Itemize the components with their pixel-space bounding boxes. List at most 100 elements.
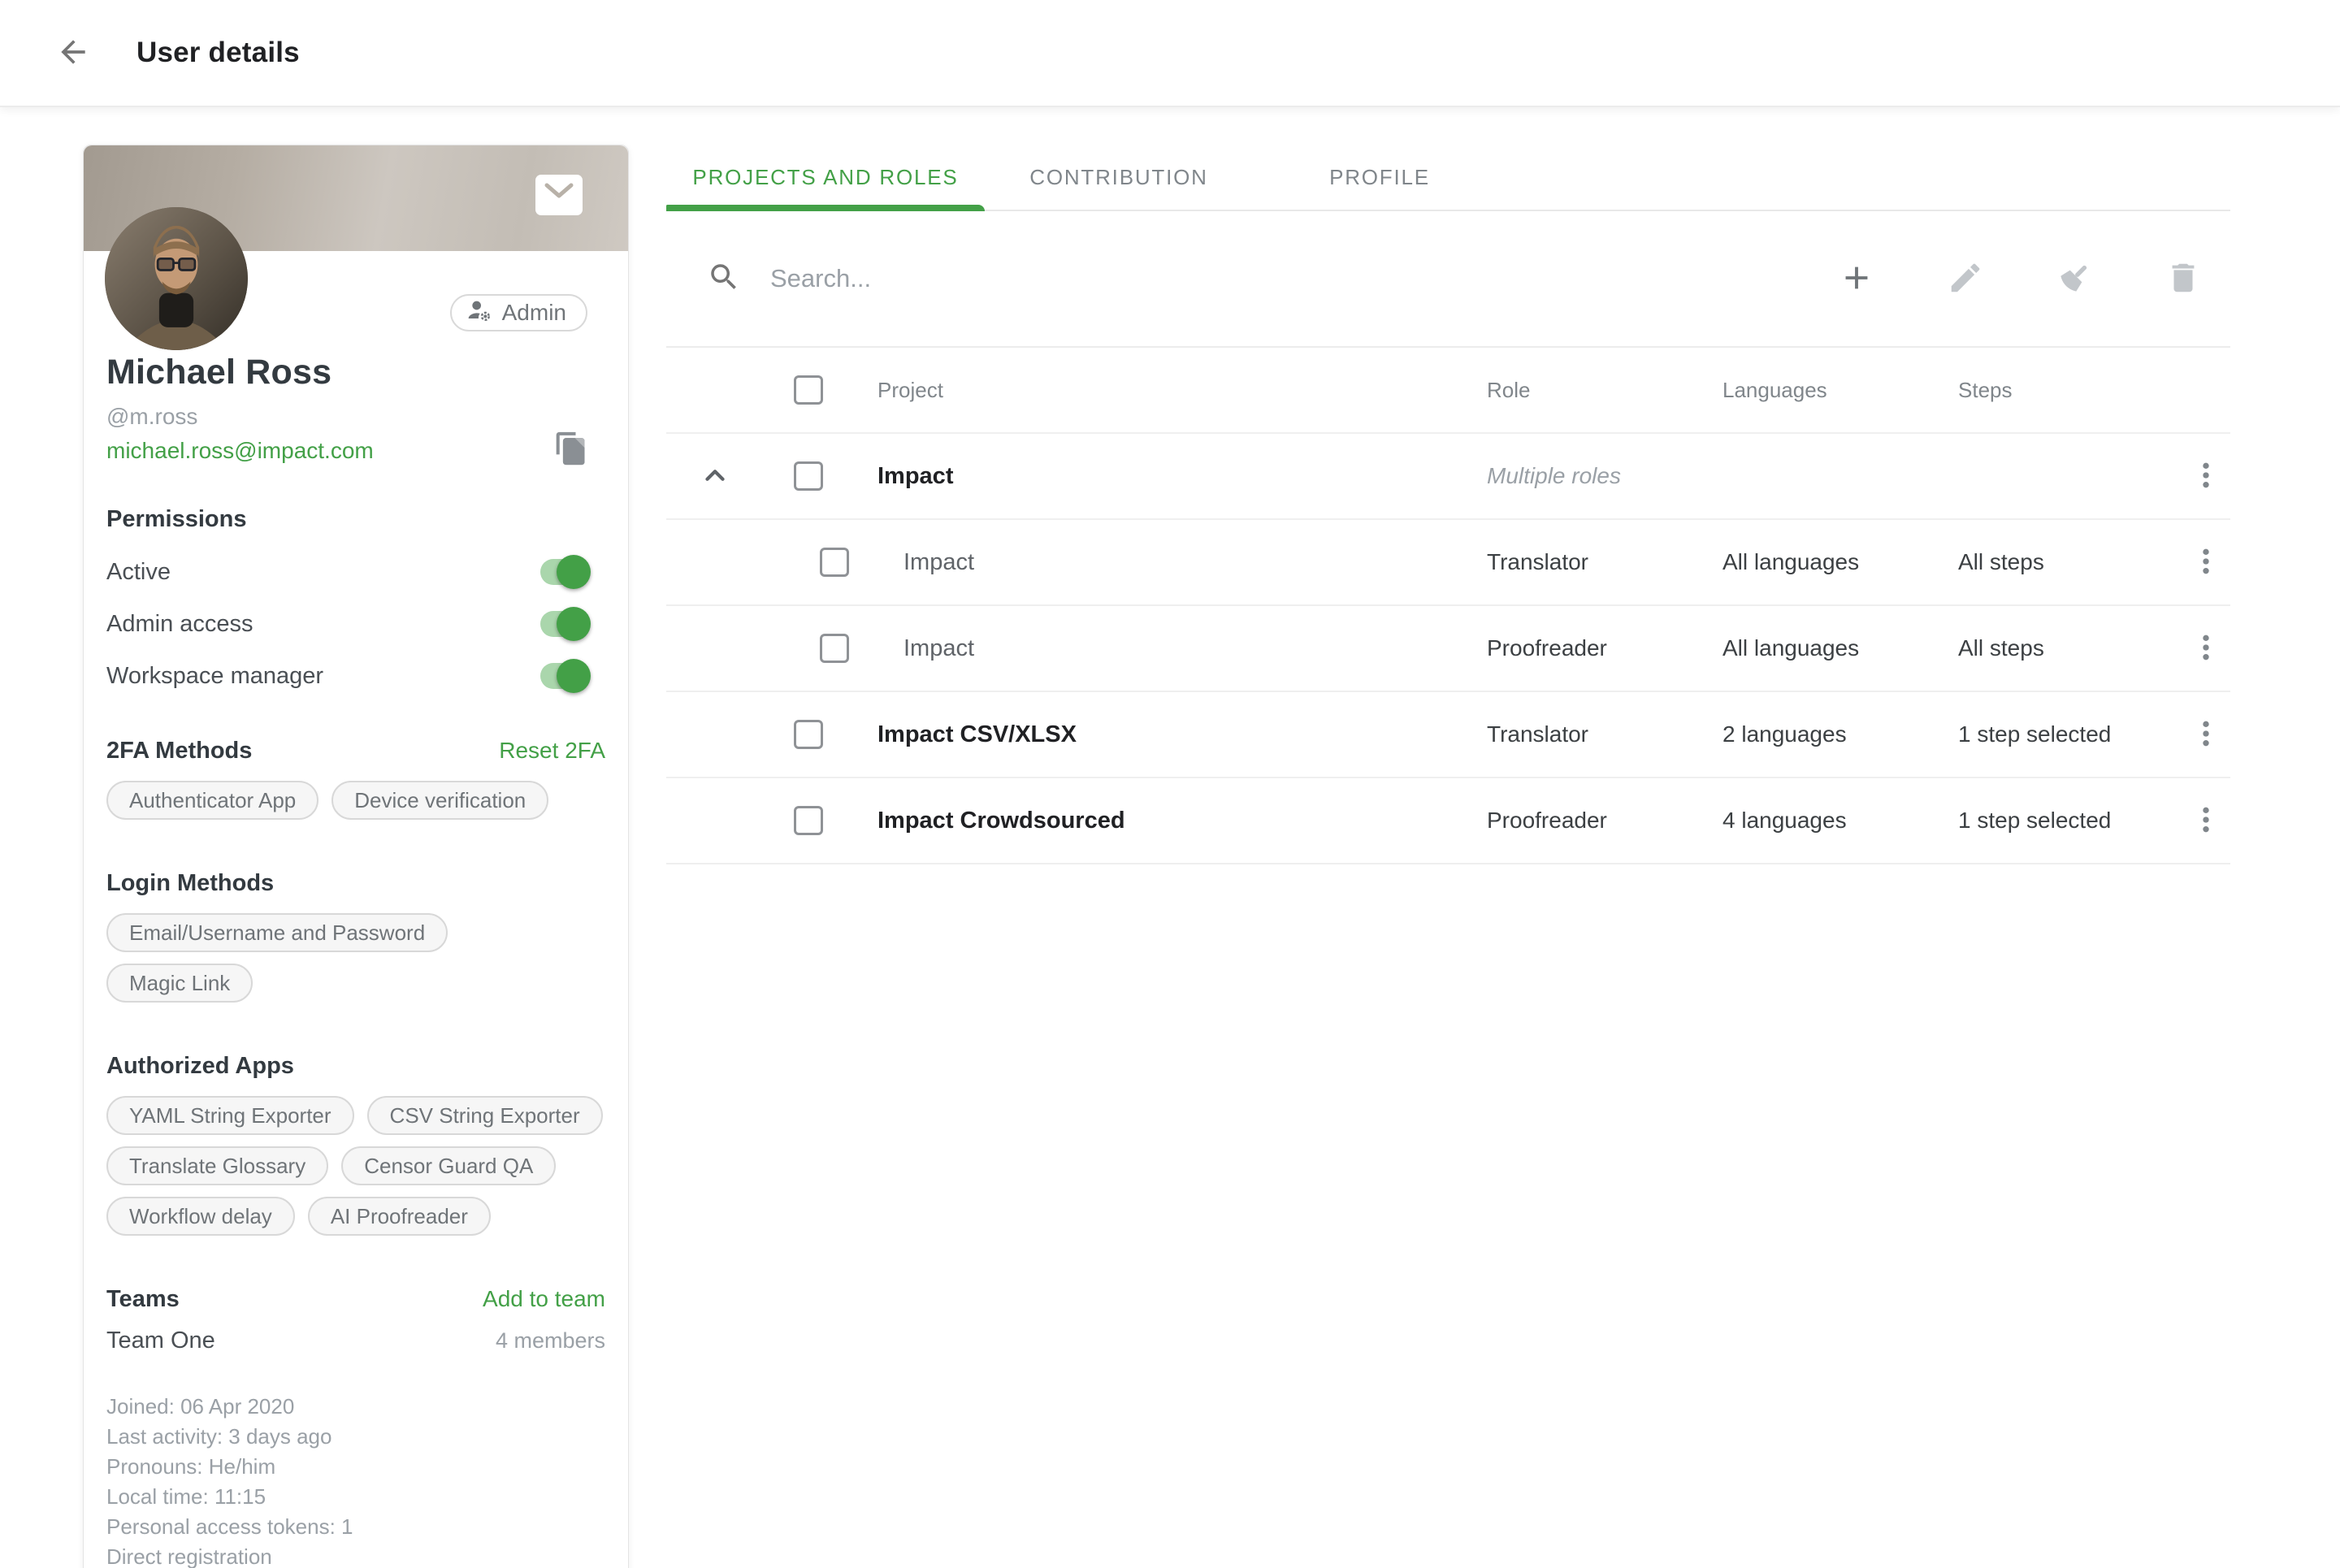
search-input[interactable]: [770, 264, 1801, 293]
toggle-active[interactable]: [540, 559, 587, 585]
authorized-app-chip: YAML String Exporter: [106, 1096, 354, 1135]
table-row: Impact CSV/XLSXTranslator2 languages1 st…: [666, 692, 2230, 778]
toggle-knob: [557, 659, 591, 693]
user-meta-line: Local time: 11:15: [106, 1482, 605, 1512]
kebab-icon: [2190, 459, 2222, 494]
authorized-app-chip: Censor Guard QA: [341, 1146, 556, 1185]
user-meta-block: Joined: 06 Apr 2020Last activity: 3 days…: [84, 1392, 628, 1568]
mail-icon: [542, 180, 576, 210]
steps-cell: All steps: [1938, 549, 2182, 575]
role-cell: Multiple roles: [1467, 463, 1702, 489]
tab-label: PROFILE: [1329, 165, 1430, 190]
role-cell: Proofreader: [1467, 808, 1702, 834]
column-languages: Languages: [1702, 378, 1938, 403]
column-project: Project: [853, 378, 1467, 403]
row-menu-button[interactable]: [2183, 453, 2229, 499]
toggle-admin-access[interactable]: [540, 611, 587, 637]
delete-button[interactable]: [2157, 253, 2209, 305]
role-cell: Proofreader: [1467, 635, 1702, 661]
table-row: Impact CrowdsourcedProofreader4 language…: [666, 778, 2230, 864]
back-button[interactable]: [50, 30, 96, 76]
user-meta-line: Personal access tokens: 1: [106, 1512, 605, 1542]
project-name: Impact CSV/XLSX: [853, 721, 1467, 748]
project-name: Impact Crowdsourced: [853, 808, 1467, 834]
chevron-up-icon: [700, 460, 730, 493]
authorized-app-chip: AI Proofreader: [308, 1197, 491, 1236]
row-menu-button[interactable]: [2183, 798, 2229, 843]
row-checkbox[interactable]: [794, 720, 823, 749]
row-menu-cell: [2182, 712, 2230, 757]
user-handle: @m.ross: [106, 404, 605, 430]
user-name: Michael Ross: [106, 353, 605, 392]
authorized-apps-title: Authorized Apps: [106, 1053, 605, 1080]
teams-section: Teams Add to team Team One 4 members: [84, 1286, 628, 1354]
login-method-chip: Email/Username and Password: [106, 913, 448, 952]
row-menu-cell: [2182, 626, 2230, 671]
languages-cell: All languages: [1702, 549, 1938, 575]
tab-projects-and-roles[interactable]: PROJECTS AND ROLES: [666, 145, 985, 210]
admin-role-badge: Admin: [450, 294, 587, 331]
active-tab-indicator: [666, 205, 985, 211]
languages-cell: All languages: [1702, 635, 1938, 661]
languages-cell: 4 languages: [1702, 808, 1938, 834]
user-card: Admin Michael Ross @m.ross michael.ross@…: [83, 145, 629, 1568]
row-checkbox[interactable]: [794, 806, 823, 835]
table-toolbar: [666, 211, 2230, 346]
steps-cell: 1 step selected: [1938, 721, 2182, 747]
edit-button[interactable]: [1939, 253, 1991, 305]
row-menu-cell: [2182, 453, 2230, 499]
tab-label: PROJECTS AND ROLES: [692, 165, 958, 190]
send-email-button[interactable]: [535, 175, 583, 215]
user-meta-line: Direct registration: [106, 1542, 605, 1568]
manage-accounts-icon: [466, 297, 492, 329]
login-methods-section: Login Methods Email/Username and Passwor…: [84, 870, 628, 1003]
kebab-icon: [2190, 803, 2222, 838]
user-meta-line: Pronouns: He/him: [106, 1452, 605, 1482]
table-header-row: Project Role Languages Steps: [666, 348, 2230, 434]
add-project-role-button[interactable]: [1831, 253, 1883, 305]
teams-title: Teams: [106, 1286, 180, 1313]
twofa-method-chip: Authenticator App: [106, 781, 318, 820]
column-steps: Steps: [1938, 378, 2182, 403]
toggle-knob: [557, 555, 591, 589]
row-checkbox[interactable]: [820, 548, 849, 577]
page-title: User details: [136, 37, 300, 69]
admin-badge-label: Admin: [502, 300, 566, 326]
permission-row: Admin access: [106, 598, 605, 650]
row-checkbox[interactable]: [794, 461, 823, 491]
table-row: ImpactTranslatorAll languagesAll steps: [666, 520, 2230, 606]
row-menu-button[interactable]: [2183, 712, 2229, 757]
projects-table: Project Role Languages Steps ImpactMulti…: [666, 346, 2230, 864]
project-name: Impact: [853, 549, 1467, 576]
add-to-team-link[interactable]: Add to team: [483, 1286, 605, 1312]
trash-icon: [2164, 259, 2202, 299]
user-meta-line: Last activity: 3 days ago: [106, 1422, 605, 1452]
team-name: Team One: [106, 1328, 215, 1354]
column-role: Role: [1467, 378, 1702, 403]
team-members-count: 4 members: [496, 1328, 605, 1354]
toggle-workspace-manager[interactable]: [540, 663, 587, 689]
tab-contribution[interactable]: CONTRIBUTION: [985, 145, 1253, 210]
tab-profile[interactable]: PROFILE: [1253, 145, 1506, 210]
clear-roles-button[interactable]: [2048, 253, 2100, 305]
steps-cell: All steps: [1938, 635, 2182, 661]
user-email-link[interactable]: michael.ross@impact.com: [106, 438, 374, 464]
permission-row: Active: [106, 546, 605, 598]
details-panel: PROJECTS AND ROLES CONTRIBUTION PROFILE: [666, 145, 2230, 864]
copy-email-button[interactable]: [550, 428, 592, 470]
kebab-icon: [2190, 717, 2222, 752]
row-menu-button[interactable]: [2183, 539, 2229, 585]
row-checkbox[interactable]: [820, 634, 849, 663]
table-row: ImpactMultiple roles: [666, 434, 2230, 520]
collapse-row-button[interactable]: [692, 453, 738, 499]
permission-label: Workspace manager: [106, 663, 323, 690]
permission-label: Admin access: [106, 611, 254, 638]
twofa-title: 2FA Methods: [106, 738, 252, 765]
login-method-chip: Magic Link: [106, 964, 253, 1003]
select-all-checkbox[interactable]: [794, 375, 823, 405]
permission-label: Active: [106, 559, 171, 586]
reset-2fa-link[interactable]: Reset 2FA: [499, 738, 605, 764]
search-icon: [707, 260, 741, 298]
toggle-knob: [557, 607, 591, 641]
row-menu-button[interactable]: [2183, 626, 2229, 671]
